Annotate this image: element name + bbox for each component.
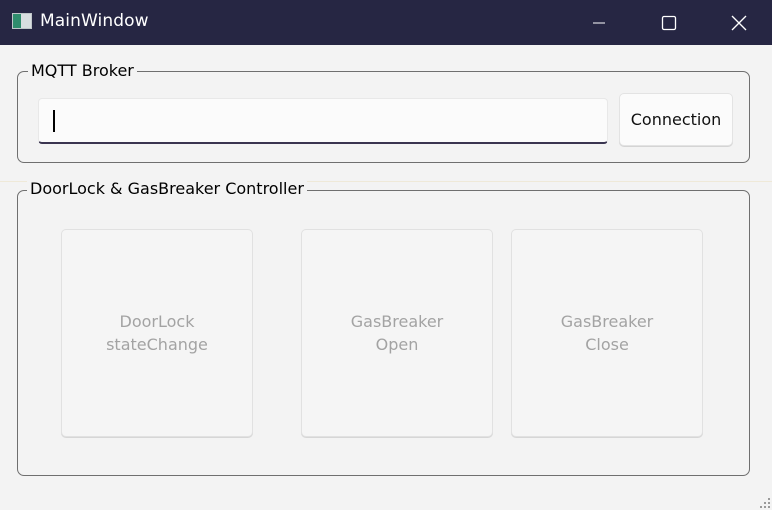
broker-address-input[interactable] <box>38 98 608 144</box>
app-icon <box>12 13 32 29</box>
gasbreaker-open-button[interactable]: GasBreaker Open <box>301 229 493 437</box>
maximize-button[interactable] <box>634 0 704 45</box>
doorlock-statechange-button[interactable]: DoorLock stateChange <box>61 229 253 437</box>
maximize-icon <box>661 15 677 30</box>
mqtt-broker-group-title: MQTT Broker <box>28 61 137 81</box>
button-label-line1: DoorLock <box>119 312 195 331</box>
button-label-line2: Close <box>585 335 629 354</box>
button-label-line1: GasBreaker <box>560 312 654 331</box>
close-icon <box>731 15 747 30</box>
resize-grip-icon[interactable] <box>760 498 770 508</box>
close-button[interactable] <box>704 0 772 45</box>
minimize-button[interactable] <box>564 0 634 45</box>
button-label-line2: stateChange <box>106 335 208 354</box>
controller-group-title: DoorLock & GasBreaker Controller <box>27 179 307 199</box>
title-bar: MainWindow <box>0 0 772 45</box>
minimize-icon <box>593 22 605 23</box>
window-title: MainWindow <box>40 11 149 31</box>
button-label-line2: Open <box>375 335 419 354</box>
gasbreaker-close-button[interactable]: GasBreaker Close <box>511 229 703 437</box>
button-label-line1: GasBreaker <box>350 312 444 331</box>
text-caret <box>53 110 55 132</box>
connection-button[interactable]: Connection <box>619 93 733 146</box>
